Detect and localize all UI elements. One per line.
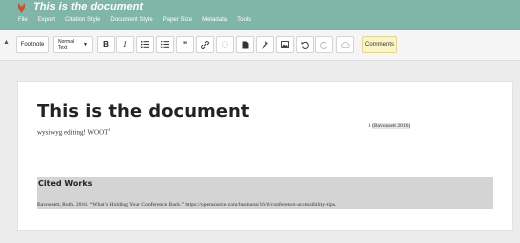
chevron-up-icon[interactable]: ▲ bbox=[3, 39, 10, 46]
citation-button[interactable] bbox=[256, 36, 274, 53]
cited-works-title: Cited Works bbox=[38, 179, 93, 188]
cited-works-entry: Bavousett, Ruth. 2016. “What’s Holding Y… bbox=[37, 202, 337, 208]
menu-bar: File Export Citation Style Document Styl… bbox=[18, 17, 251, 27]
bold-label: B bbox=[103, 40, 109, 49]
comments-button[interactable]: Comments bbox=[362, 36, 397, 53]
app-logo-icon bbox=[18, 3, 25, 13]
document-body-text[interactable]: wysiwyg editing! WOOT1 bbox=[37, 127, 110, 136]
cloud-icon bbox=[340, 41, 350, 48]
italic-label: I bbox=[123, 40, 127, 49]
quote-icon: ” bbox=[182, 39, 188, 50]
ordered-list-button[interactable] bbox=[136, 36, 154, 53]
document-heading[interactable]: This is the document bbox=[37, 101, 249, 122]
image-icon bbox=[281, 41, 289, 48]
menu-file[interactable]: File bbox=[18, 17, 28, 27]
document-icon bbox=[242, 41, 248, 48]
document-title[interactable]: This is the document bbox=[33, 1, 143, 13]
image-button[interactable] bbox=[276, 36, 294, 53]
editor-toolbar: ▲ Footnote Normal Text ▼ B I ” ◯ Comment… bbox=[0, 30, 520, 61]
unlink-icon: ◯ bbox=[221, 42, 229, 48]
italic-button[interactable]: I bbox=[116, 36, 134, 53]
footnote-number: 1 bbox=[368, 123, 371, 129]
ordered-list-icon bbox=[141, 41, 149, 48]
comments-label: Comments bbox=[364, 41, 394, 48]
menu-document-style[interactable]: Document Style bbox=[110, 17, 152, 27]
chevron-down-icon: ▼ bbox=[83, 41, 88, 48]
link-button[interactable] bbox=[196, 36, 214, 53]
footnote-button[interactable]: Footnote bbox=[16, 36, 49, 53]
undo-icon bbox=[301, 41, 309, 49]
bold-button[interactable]: B bbox=[97, 36, 115, 53]
menu-tools[interactable]: Tools bbox=[237, 17, 251, 27]
clear-format-button[interactable] bbox=[336, 36, 354, 53]
footnote-citation[interactable]: (Bavousett 2016) bbox=[372, 123, 411, 129]
menu-citation-style[interactable]: Citation Style bbox=[65, 17, 100, 27]
undo-button[interactable] bbox=[296, 36, 314, 53]
pin-icon bbox=[262, 40, 268, 49]
menu-export[interactable]: Export bbox=[38, 17, 55, 27]
footnote-marker[interactable]: 1 bbox=[108, 127, 110, 132]
redo-button[interactable] bbox=[315, 36, 333, 53]
bullet-list-icon bbox=[161, 41, 169, 48]
footnote-button-label: Footnote bbox=[20, 41, 45, 48]
body-text: wysiwyg editing! WOOT bbox=[37, 128, 109, 137]
text-style-select[interactable]: Normal Text ▼ bbox=[53, 36, 93, 53]
link-icon bbox=[201, 40, 209, 49]
unlink-button[interactable]: ◯ bbox=[216, 36, 234, 53]
menu-metadata[interactable]: Metadata bbox=[202, 17, 227, 27]
bullet-list-button[interactable] bbox=[156, 36, 174, 53]
document-button[interactable] bbox=[236, 36, 254, 53]
footnote[interactable]: 1 (Bavousett 2016) bbox=[368, 123, 411, 129]
app-header: This is the document File Export Citatio… bbox=[0, 0, 520, 30]
menu-paper-size[interactable]: Paper Size bbox=[163, 17, 192, 27]
text-style-value: Normal Text bbox=[58, 38, 75, 51]
blockquote-button[interactable]: ” bbox=[176, 36, 194, 53]
redo-icon bbox=[320, 41, 327, 49]
